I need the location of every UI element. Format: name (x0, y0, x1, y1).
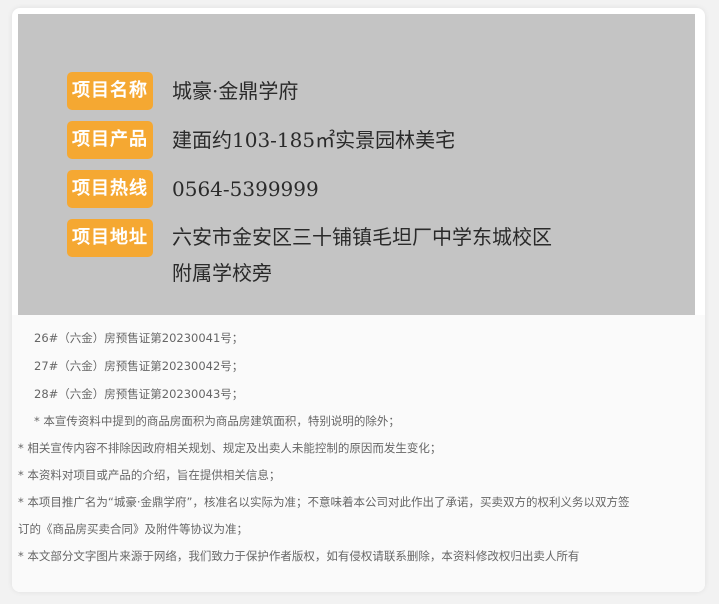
note-info: * 本资料对项目或产品的介绍，旨在提供相关信息； (18, 468, 281, 482)
note-promo-name: * 本项目推广名为“城豪·金鼎学府”，核准名以实际为准；不意味着本公司对此作出了… (18, 495, 630, 509)
note-presale-28: 28#（六金）房预售证第20230043号； (34, 387, 244, 401)
project-address-row: 项目地址 六安市金安区三十铺镇毛坦厂中学东城校区 附属学校旁 (67, 219, 552, 291)
project-hotline-value: 0564-5399999 (172, 177, 319, 201)
disclaimer-notes: 26#（六金）房预售证第20230041号； 27#（六金）房预售证第20230… (12, 315, 705, 592)
project-product-tag: 项目产品 (67, 121, 153, 159)
project-address-line-2: 附属学校旁 (172, 261, 272, 285)
note-copyright: * 本文部分文字图片来源于网络，我们致力于保护作者版权，如有侵权请联系删除，本资… (18, 549, 580, 563)
project-address-line-1: 六安市金安区三十铺镇毛坦厂中学东城校区 (172, 225, 552, 249)
project-product-value: 建面约103-185㎡实景园林美宅 (172, 128, 456, 152)
note-presale-26: 26#（六金）房预售证第20230041号； (34, 331, 244, 345)
project-hotline-tag: 项目热线 (67, 170, 153, 208)
note-presale-27: 27#（六金）房预售证第20230042号； (34, 359, 244, 373)
project-hotline-row: 项目热线 0564-5399999 (67, 170, 319, 208)
project-info-panel: 项目名称 城豪·金鼎学府 项目产品 建面约103-185㎡实景园林美宅 项目热线… (18, 14, 695, 315)
note-changes: * 相关宣传内容不排除因政府相关规划、规定及出卖人未能控制的原因而发生变化； (18, 441, 442, 455)
project-name-tag: 项目名称 (67, 72, 153, 110)
note-area: * 本宣传资料中提到的商品房面积为商品房建筑面积，特别说明的除外； (34, 414, 400, 428)
content-card: 项目名称 城豪·金鼎学府 项目产品 建面约103-185㎡实景园林美宅 项目热线… (12, 8, 705, 592)
project-product-row: 项目产品 建面约103-185㎡实景园林美宅 (67, 121, 455, 159)
project-address-tag: 项目地址 (67, 219, 153, 257)
project-name-value: 城豪·金鼎学府 (172, 79, 299, 103)
note-contract: 订的《商品房买卖合同》及附件等协议为准； (18, 522, 248, 536)
project-name-row: 项目名称 城豪·金鼎学府 (67, 72, 298, 110)
project-address-value: 六安市金安区三十铺镇毛坦厂中学东城校区 附属学校旁 (172, 219, 552, 291)
